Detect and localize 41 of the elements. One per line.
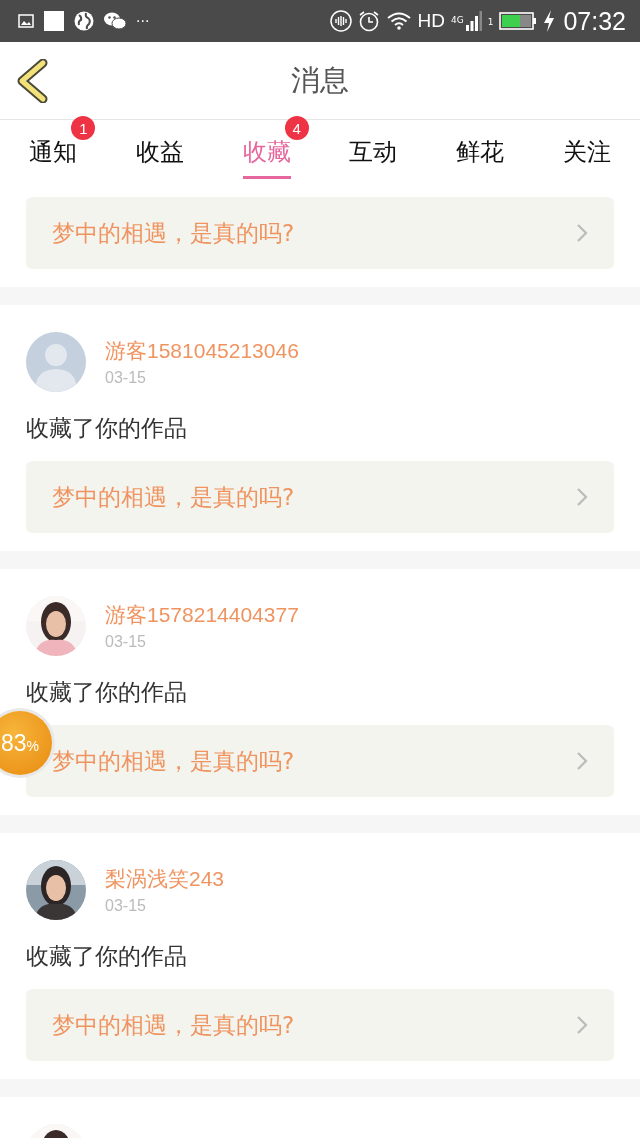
signal-icon bbox=[465, 11, 482, 31]
chevron-right-icon bbox=[576, 223, 588, 243]
alarm-icon bbox=[357, 10, 380, 32]
action-text: 收藏了你的作品 bbox=[26, 942, 188, 971]
charging-icon bbox=[543, 10, 556, 32]
globe-icon bbox=[74, 11, 94, 31]
count-badge: 4 bbox=[284, 116, 309, 140]
progress-ball[interactable]: 83% bbox=[0, 711, 52, 775]
action-text: 收藏了你的作品 bbox=[26, 678, 188, 707]
work-link[interactable]: 梦中的相遇，是真的吗? bbox=[26, 197, 614, 269]
tab[interactable]: 关注 bbox=[562, 127, 611, 179]
battery-icon bbox=[499, 12, 538, 30]
user-name[interactable]: 游客1578214404377 bbox=[105, 601, 299, 629]
action-text: 收藏了你的作品 bbox=[26, 414, 188, 443]
chat-icon bbox=[104, 11, 126, 31]
tab[interactable]: 收益 bbox=[136, 127, 184, 179]
date: 03-15 bbox=[105, 633, 147, 651]
sim-number: 1 bbox=[487, 16, 494, 27]
chevron-right-icon bbox=[576, 1015, 588, 1035]
square-icon bbox=[44, 11, 64, 31]
user-name[interactable]: 梨涡浅笑243 bbox=[105, 865, 225, 893]
count-badge: 1 bbox=[71, 116, 96, 140]
wifi-icon bbox=[385, 11, 412, 31]
chevron-right-icon bbox=[576, 487, 588, 507]
default-avatar-icon bbox=[26, 332, 86, 392]
chevron-right-icon bbox=[576, 751, 588, 771]
network-type: HD bbox=[417, 10, 445, 32]
date: 03-15 bbox=[105, 369, 147, 387]
user-name[interactable]: 游客1581045213046 bbox=[105, 337, 299, 365]
clock-time: 07:32 bbox=[563, 6, 626, 36]
more-notifications: ··· bbox=[136, 13, 150, 29]
work-link[interactable]: 梦中的相遇，是真的吗? bbox=[26, 461, 614, 533]
tab[interactable]: 互动 bbox=[349, 127, 398, 179]
sound-wave-icon bbox=[329, 10, 352, 32]
work-link[interactable]: 梦中的相遇，是真的吗? bbox=[26, 989, 614, 1061]
page-title: 消息 bbox=[291, 61, 349, 99]
tab[interactable]: 鲜花 bbox=[456, 127, 504, 179]
date: 03-15 bbox=[105, 897, 147, 915]
back-icon[interactable] bbox=[16, 59, 48, 103]
image-icon bbox=[18, 13, 34, 29]
signal-type: 4G bbox=[451, 14, 464, 25]
